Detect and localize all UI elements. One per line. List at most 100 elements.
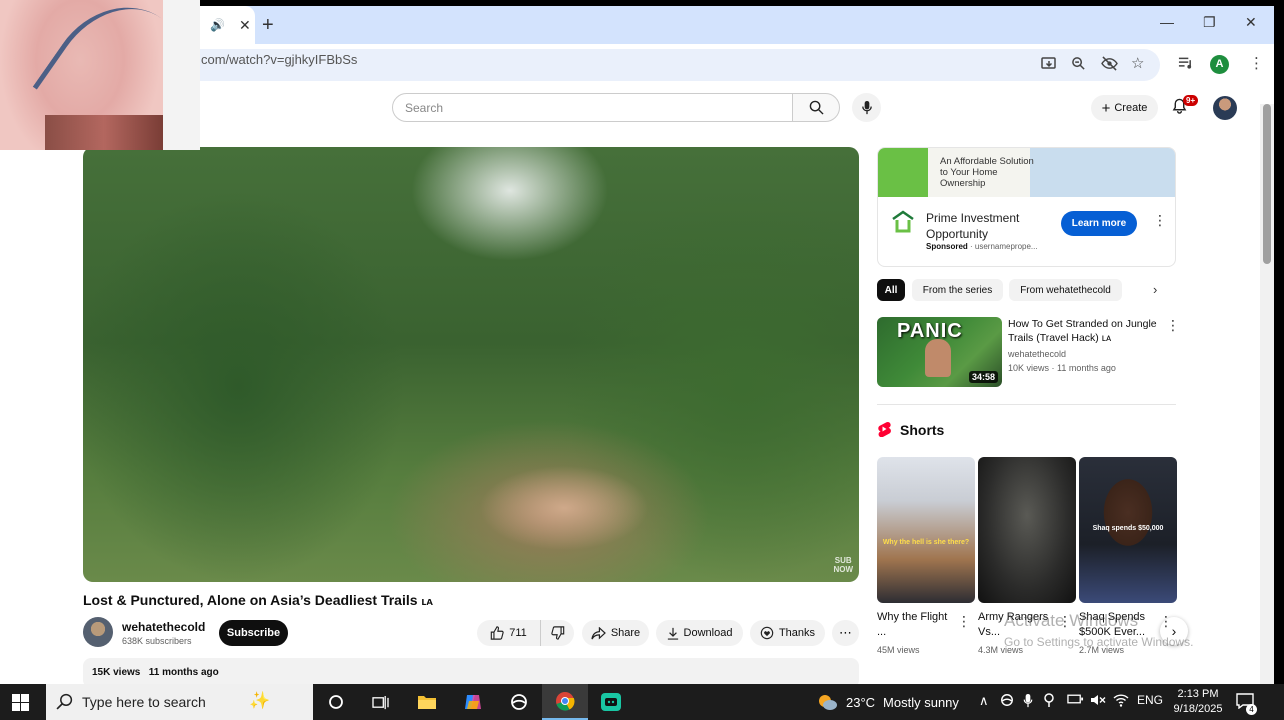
zoom-icon[interactable] [1071, 56, 1086, 75]
close-window-button[interactable]: ✕ [1245, 14, 1257, 31]
install-app-icon[interactable] [1041, 56, 1057, 76]
related-video-title[interactable]: How To Get Stranded on Jungle Trails (Tr… [1008, 317, 1168, 345]
search-icon [56, 693, 73, 710]
related-video-channel[interactable]: wehatethecold [1008, 349, 1066, 359]
short-thumbnail-3[interactable]: Shaq spends $50,000 [1079, 457, 1177, 603]
video-title-tag: ʟᴀ [421, 596, 433, 608]
copilot-button[interactable] [450, 684, 496, 720]
ad-banner-text: An Affordable Solution to Your Home Owne… [940, 156, 1034, 189]
ad-menu-icon[interactable]: ⋮ [1153, 212, 1167, 229]
webcam-overlay [0, 0, 200, 150]
short-thumbnail-1[interactable]: Why the hell is she there? [877, 457, 975, 603]
battery-tray-icon[interactable] [1067, 693, 1084, 708]
related-video-menu-icon[interactable]: ⋮ [1166, 317, 1180, 334]
page-scrollbar[interactable] [1260, 104, 1274, 684]
download-button[interactable]: Download [656, 620, 743, 646]
chip-all[interactable]: All [877, 279, 905, 301]
teal-app-button[interactable] [588, 684, 634, 720]
section-divider [877, 404, 1176, 405]
tab-close-icon[interactable]: ✕ [239, 17, 251, 34]
task-view-button[interactable] [357, 684, 403, 720]
tray-app-icon[interactable] [1000, 693, 1014, 710]
weather-temp: 23°C [846, 694, 876, 710]
related-video-thumbnail[interactable]: PANIC 34:58 [877, 317, 1002, 387]
url-text[interactable]: com/watch?v=gjhkyIFBbSs [201, 52, 357, 67]
thumbnail-person [925, 339, 951, 377]
account-avatar[interactable] [1213, 96, 1237, 120]
chrome-button[interactable] [542, 684, 588, 720]
channel-name[interactable]: wehatethecold [122, 620, 205, 634]
related-video-meta: 10K views · 11 months ago [1008, 363, 1116, 373]
windows-start-icon[interactable] [12, 694, 29, 711]
ad-title[interactable]: Prime Investment Opportunity [926, 210, 1046, 242]
weather-widget[interactable]: 23°C Mostly sunny [816, 693, 959, 711]
minimize-button[interactable]: — [1160, 14, 1174, 30]
cortana-button[interactable] [313, 684, 359, 720]
dislike-button[interactable] [540, 620, 574, 646]
scrollbar-thumb[interactable] [1263, 104, 1271, 264]
app-button[interactable] [496, 684, 542, 720]
shorts-logo-icon [878, 421, 891, 437]
subscribe-button[interactable]: Subscribe [219, 620, 288, 646]
video-player[interactable]: SUB NOW [83, 147, 859, 582]
search-input[interactable]: Search [392, 93, 793, 122]
short-thumbnail-2[interactable] [978, 457, 1076, 603]
chat-app-icon [601, 693, 621, 711]
watermark-line1: SUB [834, 556, 852, 565]
ad-brand-logo [892, 210, 914, 233]
subscribe-watermark[interactable]: SUB NOW [833, 556, 853, 574]
short-title-1[interactable]: Why the Flight ... [877, 610, 953, 640]
video-title: Lost & Punctured, Alone on Asia’s Deadli… [83, 592, 433, 608]
youtube-page: Search + Create 9+ SUB NOW Lost & Punctu… [0, 86, 1274, 684]
microphone-tray-icon[interactable] [1023, 693, 1033, 711]
chip-from-series[interactable]: From the series [912, 279, 1003, 301]
more-actions-button[interactable]: ⋯ [832, 620, 859, 646]
thanks-label: Thanks [778, 627, 816, 639]
windows-taskbar: Type here to search ✨ 23°C Mostly sunny … [0, 684, 1284, 720]
app-icon [511, 694, 527, 710]
browser-menu-icon[interactable]: ⋮ [1249, 54, 1264, 72]
weather-text: Mostly sunny [883, 694, 959, 710]
sponsored-ad-card[interactable]: An Affordable Solution to Your Home Owne… [877, 147, 1176, 267]
speaker-icon[interactable]: 🔊 [210, 18, 225, 32]
clock-time: 2:13 PM [1177, 688, 1219, 700]
channel-avatar[interactable] [83, 617, 113, 647]
sponsored-label: Sponsored [926, 242, 968, 251]
tray-expand-chevron-icon[interactable]: ∧ [979, 693, 989, 709]
bookmark-star-icon[interactable]: ☆ [1131, 54, 1144, 72]
voice-search-button[interactable] [852, 93, 881, 122]
learn-more-button[interactable]: Learn more [1061, 211, 1137, 236]
weather-sun-icon [819, 695, 837, 710]
input-language[interactable]: ENG [1137, 693, 1163, 707]
chips-next-chevron-icon[interactable]: › [1153, 282, 1157, 297]
thanks-button[interactable]: Thanks [750, 620, 825, 646]
share-button[interactable]: Share [582, 620, 649, 646]
watermark-line2: NOW [833, 565, 853, 574]
search-button[interactable] [792, 93, 840, 122]
new-tab-button[interactable]: + [262, 14, 274, 37]
short-menu-icon-1[interactable]: ⋮ [957, 613, 971, 630]
cortana-icon [329, 695, 343, 709]
volume-muted-icon[interactable] [1090, 693, 1106, 710]
create-button[interactable]: + Create [1091, 95, 1158, 121]
create-label: Create [1114, 102, 1148, 114]
like-button[interactable]: 711 [477, 620, 540, 646]
thanks-icon [760, 626, 774, 640]
wifi-tray-icon[interactable] [1113, 693, 1129, 710]
short-menu-icon-3[interactable]: ⋮ [1159, 613, 1173, 630]
location-tray-icon[interactable] [1043, 693, 1055, 710]
restore-button[interactable]: ❐ [1203, 14, 1216, 31]
activate-windows-subtitle: Go to Settings to activate Windows. [1004, 635, 1194, 649]
profile-avatar[interactable]: A [1210, 55, 1229, 74]
chip-from-channel[interactable]: From wehatethecold [1009, 279, 1122, 301]
file-explorer-button[interactable] [404, 684, 450, 720]
taskbar-clock[interactable]: 2:13 PM 9/18/2025 [1170, 687, 1226, 717]
eye-slash-icon[interactable] [1101, 56, 1118, 75]
notifications-badge: 9+ [1183, 95, 1199, 106]
plus-icon: + [1101, 99, 1111, 117]
taskbar-search-input[interactable]: Type here to search ✨ [46, 684, 313, 720]
browser-tab-active[interactable]: 🔊 ✕ [200, 6, 255, 44]
description-box[interactable]: 15K views 11 months ago [83, 658, 859, 684]
thumbs-down-icon [550, 626, 564, 640]
reading-list-icon[interactable] [1178, 56, 1193, 74]
